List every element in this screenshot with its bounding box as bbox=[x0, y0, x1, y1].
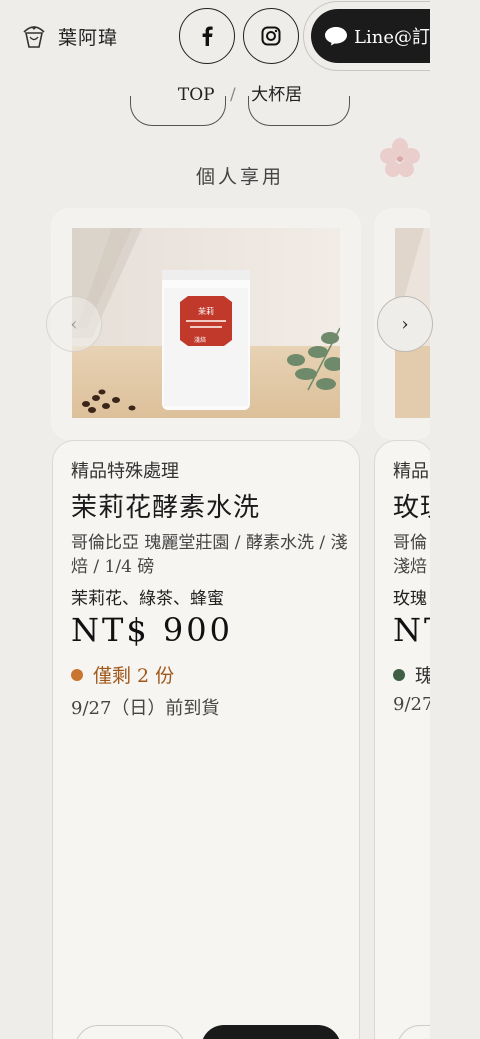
product-flavor: 茉莉花、綠茶、蜂蜜 bbox=[71, 589, 224, 609]
facebook-button[interactable] bbox=[179, 8, 235, 64]
chevron-right-icon: › bbox=[401, 313, 409, 335]
secondary-action-button[interactable] bbox=[75, 1025, 185, 1039]
breadcrumb-separator: / bbox=[229, 85, 236, 105]
stock-status: 僅剩 2 份 bbox=[71, 661, 174, 688]
bag-label: 茉莉 bbox=[198, 306, 214, 316]
chevron-left-icon: ‹ bbox=[70, 313, 78, 335]
coffee-cup-logo-icon bbox=[23, 26, 45, 48]
stock-status-2: 瑰 bbox=[393, 661, 433, 688]
delivery-date: 9/27（日）前到貨 bbox=[71, 698, 220, 719]
product-card-2[interactable]: 精品 玫瑰 哥倫 淺焙 玫瑰 NT 瑰 9/27 bbox=[374, 440, 434, 1039]
product-category: 精品特殊處理 bbox=[71, 461, 179, 482]
carousel-next-button[interactable]: › bbox=[377, 296, 433, 352]
product-description-2: 哥倫 淺焙 bbox=[393, 533, 427, 577]
instagram-icon bbox=[261, 26, 281, 46]
category-tab-partial[interactable] bbox=[130, 96, 226, 126]
stock-dot-icon-2 bbox=[393, 668, 405, 681]
product-price-2: NT bbox=[393, 611, 433, 649]
stock-text: 僅剩 2 份 bbox=[93, 665, 175, 687]
product-flavor-2: 玫瑰 bbox=[393, 589, 427, 609]
carousel-prev-button[interactable]: ‹ bbox=[46, 296, 102, 352]
section-title: 個人享用 bbox=[195, 166, 284, 188]
product-price: NT$ 900 bbox=[71, 611, 233, 649]
delivery-date-2: 9/27 bbox=[393, 694, 434, 715]
product-category-2: 精品 bbox=[393, 461, 429, 482]
bag-sublabel: 淺焙 bbox=[194, 336, 206, 344]
brand[interactable]: 葉阿瑋 bbox=[18, 20, 118, 52]
product-card[interactable]: 精品特殊處理 茉莉花酵素水洗 哥倫比亞 瑰麗堂莊園 / 酵素水洗 / 淺焙 / … bbox=[52, 440, 360, 1039]
category-tab-active-partial[interactable] bbox=[248, 96, 350, 126]
product-description: 哥倫比亞 瑰麗堂莊園 / 酵素水洗 / 淺焙 / 1/4 磅 bbox=[71, 533, 348, 577]
chat-bubble-icon bbox=[325, 27, 348, 46]
breadcrumb: TOP / 大杯居 bbox=[0, 80, 480, 105]
site-header: 葉阿瑋 Line@訂購 bbox=[0, 0, 480, 72]
product-name-2[interactable]: 玫瑰 bbox=[393, 487, 433, 524]
carousel-edge-mask bbox=[430, 0, 480, 1039]
secondary-action-button-2[interactable] bbox=[397, 1025, 433, 1039]
primary-action-button[interactable] bbox=[201, 1025, 341, 1039]
stock-dot-icon bbox=[71, 668, 83, 681]
facebook-icon bbox=[202, 26, 213, 46]
brand-name: 葉阿瑋 bbox=[58, 26, 119, 49]
instagram-button[interactable] bbox=[243, 8, 299, 64]
product-name[interactable]: 茉莉花酵素水洗 bbox=[71, 487, 260, 524]
coffee-bag-photo: 茉莉 淺焙 bbox=[72, 228, 340, 418]
